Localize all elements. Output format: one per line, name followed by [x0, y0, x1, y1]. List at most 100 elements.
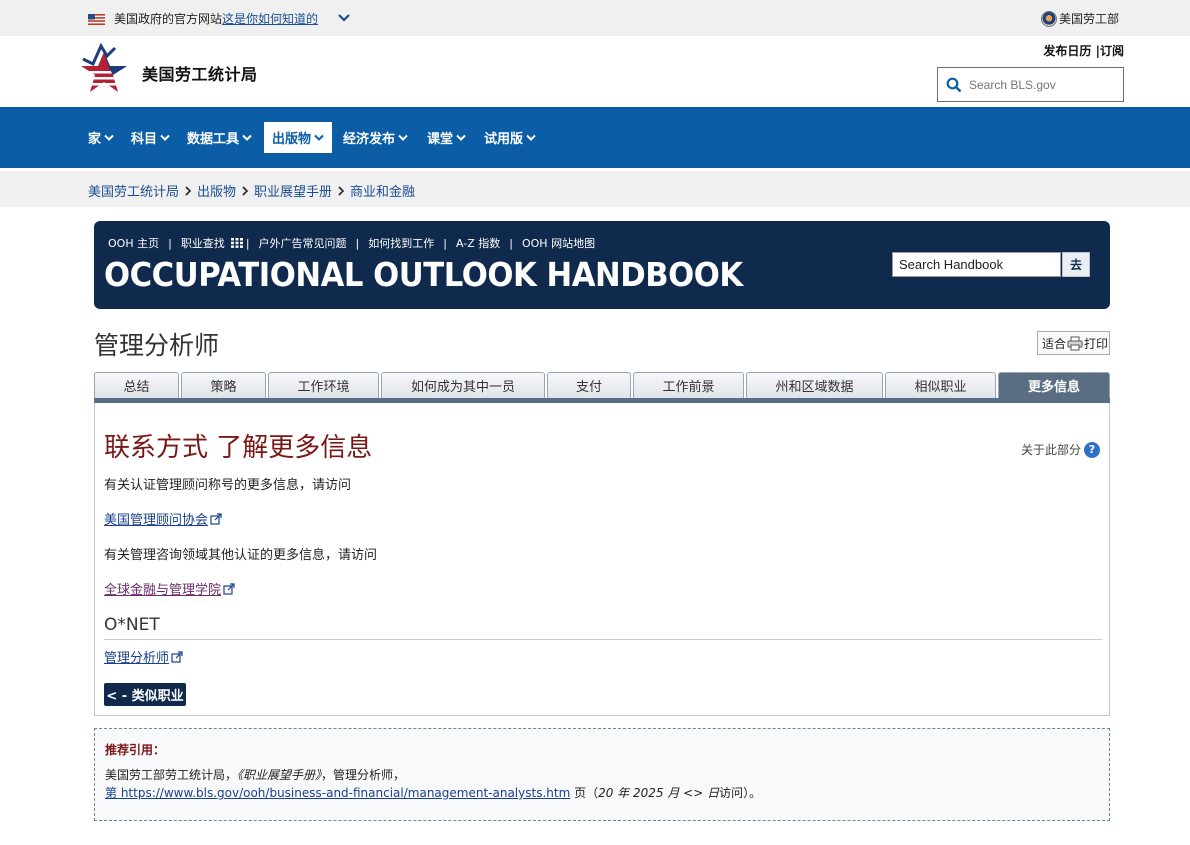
nav-label: 试用版	[484, 132, 524, 147]
tab-more-info[interactable]: 更多信息	[998, 372, 1110, 398]
external-link-icon	[223, 582, 235, 595]
how-to-find-job-link[interactable]: 如何找到工作	[368, 235, 434, 251]
ooh-links: OOH 主页 | 职业查找 | 户外广告常见问题 | 如何找到工作 | A-Z …	[108, 235, 595, 251]
separator: |	[443, 236, 447, 250]
chevron-right-icon	[185, 185, 192, 196]
chevron-down-icon[interactable]	[338, 13, 350, 23]
ooh-sitemap-link[interactable]: OOH 网站地图	[522, 235, 595, 251]
printer-icon	[1067, 336, 1083, 350]
tab-state-area-data[interactable]: 州和区域数据	[746, 372, 883, 398]
separator: |	[168, 236, 172, 250]
print-label-b: 打印	[1084, 336, 1109, 351]
citation-text: ，管理分析师，	[321, 768, 406, 782]
site-header: 美国劳工统计局 发布日历 |订阅	[0, 36, 1190, 107]
citation-box: 推荐引用： 美国劳工部劳工统计局，《职业展望手册》，管理分析师， 第 https…	[94, 728, 1110, 821]
citation-prefix: 第	[105, 786, 118, 800]
nav-classroom[interactable]: 课堂	[419, 122, 474, 153]
dol-link[interactable]: 美国劳工部	[1041, 10, 1119, 27]
nav-label: 家	[88, 132, 102, 147]
tab-what-they-do[interactable]: 策略	[181, 372, 266, 398]
link-label: 全球金融与管理学院	[104, 583, 222, 598]
print-label-a: 适合	[1042, 336, 1067, 351]
site-search-input[interactable]	[969, 77, 1109, 92]
nav-publications[interactable]: 出版物	[264, 122, 333, 153]
handbook-search-button[interactable]: 去	[1062, 252, 1090, 277]
paragraph: 有关认证管理顾问称号的更多信息，请访问	[104, 478, 352, 493]
utility-links: 发布日历 |订阅	[1043, 42, 1124, 59]
chevron-down-icon	[160, 134, 170, 141]
us-flag-icon	[88, 14, 105, 25]
gov-official-text: 美国政府的官方网站	[114, 12, 223, 26]
nav-beta[interactable]: 试用版	[476, 122, 544, 153]
subscribe-link[interactable]: 订阅	[1100, 44, 1124, 58]
link-label: 美国管理顾问协会	[104, 513, 209, 528]
nav-data-tools[interactable]: 数据工具	[179, 122, 260, 153]
tab-work-environment[interactable]: 工作环境	[268, 372, 379, 398]
citation-text: 页（	[570, 786, 599, 800]
dol-seal-icon	[1041, 10, 1057, 27]
citation-heading: 推荐引用：	[105, 743, 166, 757]
tab-pay[interactable]: 支付	[547, 372, 631, 398]
ooh-faq-link[interactable]: 户外广告常见问题	[259, 235, 347, 251]
section-heading: 联系方式 了解更多信息	[104, 433, 373, 463]
breadcrumb-item[interactable]: 出版物	[197, 181, 236, 200]
nav-subjects[interactable]: 科目	[123, 122, 178, 153]
main-nav: 家 科目 数据工具 出版物 经济发布 课堂 试用版	[0, 107, 1190, 168]
tab-how-to-become[interactable]: 如何成为其中一员	[381, 372, 545, 398]
grid-icon	[230, 238, 243, 248]
breadcrumb-item[interactable]: 美国劳工统计局	[88, 181, 179, 200]
about-section-link[interactable]: 关于此部分 ?	[1021, 441, 1100, 458]
print-button[interactable]: 适合 打印	[1037, 331, 1110, 355]
ooh-title[interactable]: OCCUPATIONAL OUTLOOK HANDBOOK	[104, 255, 743, 294]
chevron-down-icon	[398, 134, 408, 141]
search-icon[interactable]	[946, 77, 962, 93]
breadcrumb-item[interactable]: 商业和金融	[350, 181, 415, 200]
handbook-search-input[interactable]	[892, 252, 1061, 277]
breadcrumb-item[interactable]: 职业展望手册	[254, 181, 332, 200]
external-link-onet[interactable]: 管理分析师	[104, 647, 183, 666]
ooh-home-link[interactable]: OOH 主页	[108, 235, 159, 251]
external-link-gafm[interactable]: 全球金融与管理学院	[104, 579, 235, 598]
chevron-down-icon	[242, 134, 252, 141]
citation-url: https://www.bls.gov/ooh/business-and-fin…	[117, 786, 571, 800]
external-link-imc[interactable]: 美国管理顾问协会	[104, 509, 222, 528]
nav-label: 数据工具	[187, 132, 240, 147]
dol-label: 美国劳工部	[1059, 12, 1120, 26]
chevron-down-icon	[456, 134, 466, 141]
tab-similar-occupations[interactable]: 相似职业	[885, 372, 996, 398]
tab-job-outlook[interactable]: 工作前景	[633, 372, 744, 398]
gov-banner-text: 美国政府的官方网站这是你如何知道的	[114, 10, 318, 27]
nav-economic-releases[interactable]: 经济发布	[335, 122, 416, 153]
tab-bar: 总结 策略 工作环境 如何成为其中一员 支付 工作前景 州和区域数据 相似职业 …	[94, 372, 1110, 398]
util-separator: |	[1091, 44, 1100, 58]
divider	[104, 639, 1102, 640]
nav-label: 经济发布	[343, 132, 396, 147]
similar-occupations-button[interactable]: < - 类似职业	[104, 683, 186, 706]
a-z-index-link[interactable]: A-Z 指数	[456, 235, 500, 251]
nav-home[interactable]: 家	[80, 122, 122, 153]
about-label: 关于此部分	[1020, 443, 1081, 457]
breadcrumb: 美国劳工统计局 出版物 职业展望手册 商业和金融	[88, 181, 415, 200]
help-icon: ?	[1084, 441, 1100, 458]
tab-summary[interactable]: 总结	[94, 372, 179, 398]
ooh-banner: OOH 主页 | 职业查找 | 户外广告常见问题 | 如何找到工作 | A-Z …	[94, 221, 1110, 309]
release-calendar-link[interactable]: 发布日历	[1043, 44, 1091, 58]
chevron-right-icon	[338, 185, 345, 196]
citation-url-link[interactable]: 第 https://www.bls.gov/ooh/business-and-f…	[105, 786, 570, 800]
separator: |	[245, 236, 250, 250]
page-title: 管理分析师	[94, 331, 220, 360]
separator: |	[509, 236, 513, 250]
separator: |	[355, 236, 360, 250]
how-you-know-link[interactable]: 这是你如何知道的	[222, 12, 318, 26]
chevron-down-icon	[104, 134, 114, 141]
bls-star-logo-icon[interactable]	[79, 42, 129, 98]
link-label: 管理分析师	[104, 651, 170, 666]
nav-label: 科目	[131, 132, 158, 147]
chevron-down-icon	[526, 134, 536, 141]
citation-line-2: 第 https://www.bls.gov/ooh/business-and-f…	[105, 784, 761, 801]
external-link-icon	[171, 650, 183, 663]
site-title[interactable]: 美国劳工统计局	[142, 61, 258, 85]
external-link-icon	[210, 512, 222, 525]
occupation-finder-link[interactable]: 职业查找	[181, 235, 225, 251]
chevron-down-icon	[314, 134, 324, 141]
